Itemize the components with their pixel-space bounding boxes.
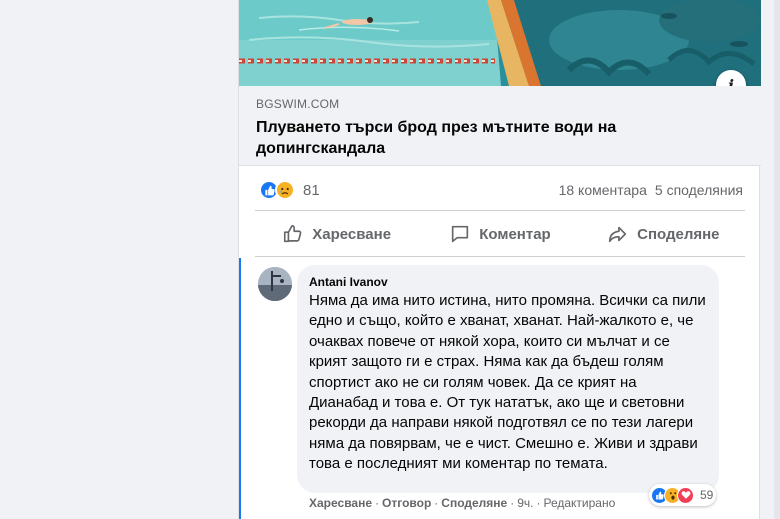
comment-reply-link[interactable]: Отговор: [382, 496, 431, 510]
divider: [255, 256, 745, 257]
link-preview-caption[interactable]: BGSWIM.COM Плуването търси брод през мът…: [239, 86, 761, 166]
like-button[interactable]: Харесване: [255, 212, 418, 256]
comment-share-link[interactable]: Споделяне: [441, 496, 507, 510]
share-button-label: Споделяне: [637, 225, 720, 243]
post-card: i BGSWIM.COM Плуването търси брод през м…: [238, 0, 761, 519]
comment-timestamp[interactable]: 9ч.: [517, 496, 533, 510]
divider: [255, 210, 745, 211]
sad-reaction-icon: [275, 180, 295, 200]
comments-section: Antani Ivanov Няма да има нито истина, н…: [239, 258, 761, 519]
comment-reactions[interactable]: 59: [649, 484, 717, 506]
share-arrow-icon: [609, 226, 627, 243]
link-preview-image[interactable]: i: [239, 0, 761, 86]
post-actions-bar: Харесване Коментар Споделяне: [255, 212, 745, 256]
comment-button[interactable]: Коментар: [418, 212, 581, 256]
share-button[interactable]: Споделяне: [582, 212, 745, 256]
comment-reaction-count: 59: [700, 488, 714, 502]
comment-actions: Харесване · Отговор · Споделяне · 9ч. · …: [309, 496, 615, 510]
comment-bubble-icon: [452, 225, 469, 243]
link-title[interactable]: Плуването търси брод през мътните води н…: [256, 117, 696, 159]
separator-dot: ·: [434, 496, 439, 510]
separator-dot: ·: [375, 496, 380, 510]
post-reactions-summary[interactable]: 81: [259, 180, 320, 200]
page-scrollbar[interactable]: [774, 0, 780, 519]
comment-like-link[interactable]: Харесване: [309, 496, 372, 510]
shares-count-link[interactable]: 5 споделяния: [655, 182, 743, 198]
comment-bubble: Antani Ivanov Няма да има нито истина, н…: [297, 265, 719, 493]
comment-text: Няма да има нито истина, нито промяна. В…: [309, 292, 706, 473]
comment-author[interactable]: Antani Ivanov: [309, 274, 707, 290]
separator-dot: ·: [536, 496, 541, 510]
pool-illustration: [239, 0, 761, 86]
love-reaction-icon: [677, 486, 694, 504]
reaction-count: 81: [303, 181, 320, 199]
comment-edited-label[interactable]: Редактирано: [543, 496, 615, 510]
avatar[interactable]: [258, 267, 292, 301]
like-button-label: Харесване: [312, 225, 392, 243]
thumbs-up-icon: [284, 224, 302, 243]
link-domain: BGSWIM.COM: [256, 97, 340, 111]
comment-button-label: Коментар: [479, 225, 551, 243]
post-stats-row: 81 18 коментара 5 споделяния: [239, 172, 761, 210]
separator-dot: ·: [510, 496, 515, 510]
comments-count-link[interactable]: 18 коментара: [559, 182, 647, 198]
